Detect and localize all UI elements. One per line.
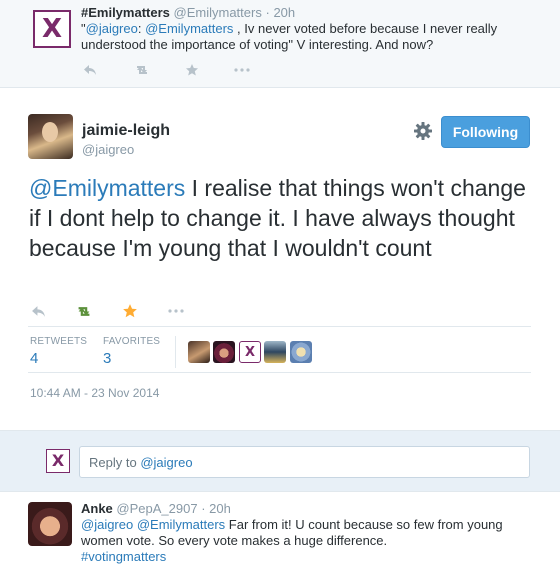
tweet-header: Anke @PepA_2907 · 20h: [81, 501, 231, 516]
anke-avatar[interactable]: [28, 502, 72, 546]
divider: [28, 326, 531, 327]
tweet-actions: [28, 303, 186, 319]
divider: [28, 372, 531, 373]
tweet-actions: [80, 62, 252, 78]
separator-dot: ·: [201, 501, 206, 516]
retweets-count[interactable]: 4: [30, 350, 87, 367]
retweet-icon[interactable]: [132, 62, 152, 78]
mention-link[interactable]: @Emilymatters: [29, 175, 185, 201]
emilymatters-avatar[interactable]: X: [33, 10, 71, 48]
tweet-time[interactable]: 20h: [209, 501, 231, 516]
reply-box: X Reply to @jaigreo: [0, 430, 560, 492]
author-name[interactable]: #Emilymatters: [81, 5, 170, 20]
favoriter-avatar[interactable]: [188, 341, 210, 363]
reply-tweet[interactable]: Anke @PepA_2907 · 20h @jaigreo @Emilymat…: [0, 492, 560, 576]
reply-input[interactable]: Reply to @jaigreo: [79, 446, 530, 478]
retweet-icon[interactable]: [74, 303, 94, 319]
reply-prefix: Reply to: [89, 454, 137, 470]
jaimie-leigh-avatar[interactable]: [28, 114, 73, 159]
following-button[interactable]: Following: [441, 116, 530, 148]
reply-icon[interactable]: [28, 303, 48, 319]
reply-target: @jaigreo: [140, 454, 193, 470]
hashtag-link[interactable]: #votingmatters: [81, 549, 166, 564]
permalink-tweet: jaimie-leigh @jaigreo Following @Emilyma…: [0, 88, 560, 430]
stats-divider: [175, 336, 176, 368]
author-name[interactable]: Anke: [81, 501, 113, 516]
author-handle[interactable]: @PepA_2907: [116, 501, 197, 516]
reply-icon[interactable]: [80, 62, 100, 78]
tweet-header: #Emilymatters @Emilymatters · 20h: [81, 5, 295, 20]
mention-link[interactable]: @jaigreo: [86, 21, 138, 36]
tweet-timestamp[interactable]: 10:44 AM - 23 Nov 2014: [30, 386, 159, 400]
avatar-letter: X: [51, 451, 65, 470]
author-handle[interactable]: @jaigreo: [82, 142, 134, 157]
author-name[interactable]: jaimie-leigh: [82, 122, 170, 140]
favorites-stat[interactable]: FAVORITES 3: [103, 336, 160, 367]
avatar-letter: X: [41, 14, 63, 44]
gear-icon[interactable]: [412, 120, 434, 142]
mention-link[interactable]: @jaigreo: [81, 517, 133, 532]
tweet-time[interactable]: 20h: [273, 5, 295, 20]
favoriter-avatar[interactable]: X: [239, 341, 261, 363]
favoriter-avatar[interactable]: [213, 341, 235, 363]
current-user-avatar: X: [46, 449, 70, 473]
retweets-stat[interactable]: RETWEETS 4: [30, 336, 87, 367]
favoriter-avatar[interactable]: [290, 341, 312, 363]
avatar-letter: X: [244, 344, 256, 360]
favorites-label: FAVORITES: [103, 336, 161, 347]
separator-dot: ·: [265, 5, 270, 20]
mention-link[interactable]: @Emilymatters: [137, 517, 225, 532]
tweet-text: @jaigreo @Emilymatters Far from it! U co…: [81, 517, 531, 565]
favorite-icon[interactable]: [182, 62, 202, 78]
tweet-text: "@jaigreo: @Emilymatters , Iv never vote…: [81, 21, 536, 53]
favoriter-avatar[interactable]: [264, 341, 286, 363]
more-icon[interactable]: [232, 62, 252, 78]
tweet-text: @Emilymatters I realise that things won'…: [29, 173, 529, 263]
favorites-count[interactable]: 3: [103, 350, 160, 367]
author-handle[interactable]: @Emilymatters: [174, 5, 262, 20]
mention-link[interactable]: @Emilymatters: [145, 21, 233, 36]
favorite-icon[interactable]: [120, 303, 140, 319]
retweets-label: RETWEETS: [30, 336, 88, 347]
tweet-text-part: :: [137, 21, 146, 36]
more-icon[interactable]: [166, 303, 186, 319]
parent-tweet[interactable]: X #Emilymatters @Emilymatters · 20h "@ja…: [0, 0, 560, 88]
